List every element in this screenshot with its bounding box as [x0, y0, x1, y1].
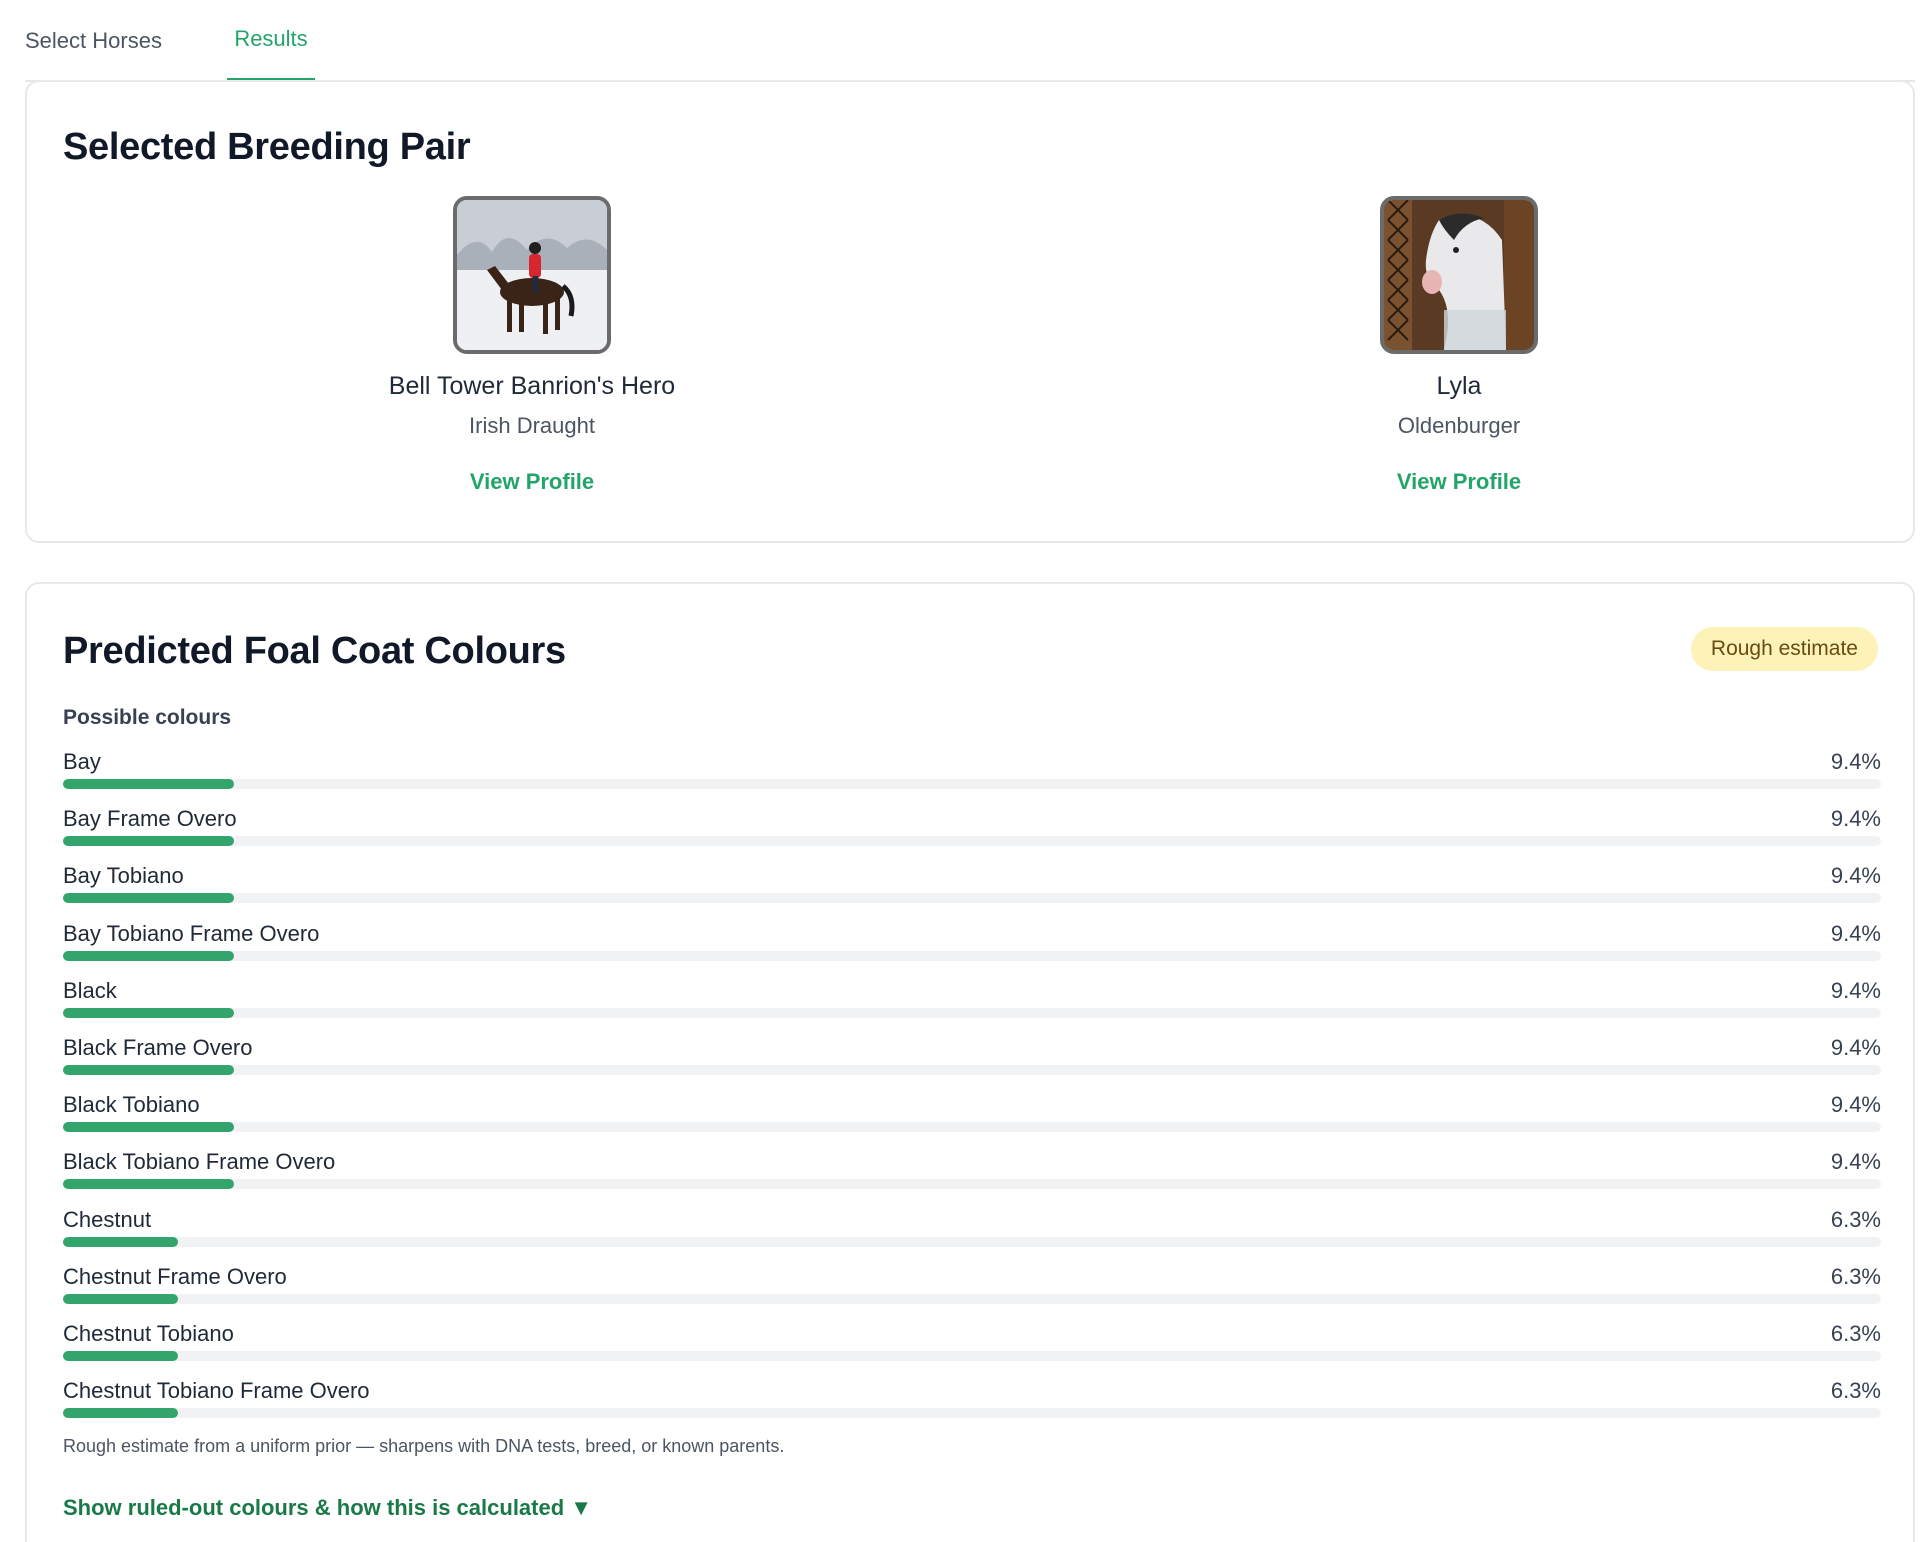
colour-row: Bay Tobiano 9.4%: [63, 863, 1881, 920]
probability-bar-fill: [63, 1350, 178, 1361]
colour-label: Chestnut Tobiano: [63, 1320, 234, 1346]
colour-percentage: 6.3%: [1830, 1320, 1881, 1346]
dam-breed: Oldenburger: [1397, 413, 1521, 438]
foal-colours-card: Predicted Foal Coat Colours Rough estima…: [25, 582, 1915, 1542]
colour-label: Bay: [63, 749, 101, 774]
horse-head-photo: [1380, 196, 1538, 354]
colour-percentage: 6.3%: [1830, 1206, 1881, 1232]
dam-card: Lyla Oldenburger View Profile: [1249, 196, 1669, 495]
colour-percentage: 9.4%: [1830, 1149, 1881, 1175]
colour-label: Black Tobiano: [63, 1092, 200, 1118]
sire-view-profile-link[interactable]: View Profile: [470, 469, 594, 495]
probability-bar-fill: [63, 1293, 178, 1304]
dam-name: Lyla: [1436, 372, 1482, 400]
colour-percentage: 9.4%: [1830, 863, 1881, 889]
colour-label: Chestnut Tobiano Frame Overo: [63, 1378, 370, 1404]
probability-bar-fill: [63, 1179, 234, 1190]
colour-label: Chestnut: [63, 1206, 152, 1232]
colour-percentage: 9.4%: [1830, 806, 1881, 832]
colour-percentage: 6.3%: [1830, 1378, 1881, 1404]
colour-label: Bay Frame Overo: [63, 806, 237, 832]
probability-bar-track: [63, 779, 1881, 789]
colour-percentage: 9.4%: [1830, 749, 1881, 774]
probability-bar-fill: [63, 1007, 234, 1018]
probability-bar-track: [63, 1179, 1881, 1190]
colour-row: Black Frame Overo 9.4%: [63, 1035, 1881, 1092]
probability-bar-track: [63, 1122, 1881, 1133]
probability-bar-track: [63, 1408, 1881, 1419]
tab-select-horses[interactable]: Select Horses: [25, 0, 185, 82]
foal-colours-title: Predicted Foal Coat Colours: [63, 630, 566, 672]
possible-colours-heading: Possible colours: [63, 706, 232, 729]
probability-bar-track: [63, 950, 1881, 961]
breeding-pair-card: Selected Breeding Pair Bell Tower Banrio…: [25, 80, 1915, 543]
breeding-pair-title: Selected Breeding Pair: [63, 126, 471, 168]
colour-row: Black Tobiano 9.4%: [63, 1092, 1881, 1149]
colour-percentage: 9.4%: [1830, 1092, 1881, 1118]
colour-row: Bay Tobiano Frame Overo 9.4%: [63, 921, 1881, 978]
colour-row: Black Tobiano Frame Overo 9.4%: [63, 1149, 1881, 1206]
sire-breed: Irish Draught: [469, 413, 595, 438]
colour-label: Chestnut Frame Overo: [63, 1263, 287, 1289]
probability-bar-fill: [63, 893, 234, 904]
colour-percentage: 9.4%: [1830, 1034, 1881, 1060]
rough-estimate-badge: Rough estimate: [1690, 627, 1878, 671]
colour-row: Chestnut Tobiano Frame Overo 6.3%: [63, 1378, 1881, 1435]
probability-bar-fill: [63, 1122, 234, 1133]
colour-percentage: 9.4%: [1830, 977, 1881, 1003]
probability-bar-track: [63, 1007, 1881, 1018]
colour-label: Black Tobiano Frame Overo: [63, 1149, 336, 1175]
colour-row: Chestnut 6.3%: [63, 1207, 1881, 1264]
sire-name: Bell Tower Banrion's Hero: [388, 372, 676, 400]
probability-bar-track: [63, 1293, 1881, 1304]
tab-bar: Select Horses Results: [25, 0, 1915, 82]
probability-bar-track: [63, 893, 1881, 904]
tab-results[interactable]: Results: [227, 0, 315, 82]
dam-view-profile-link[interactable]: View Profile: [1397, 469, 1521, 495]
probability-bar-fill: [63, 950, 234, 961]
colour-row: Chestnut Tobiano 6.3%: [63, 1321, 1881, 1378]
colour-label: Bay Tobiano: [63, 863, 184, 889]
rider-in-snow-photo: [453, 196, 611, 354]
colour-label: Black: [63, 977, 117, 1003]
colour-label: Bay Tobiano Frame Overo: [63, 920, 320, 946]
colour-row: Bay Frame Overo 9.4%: [63, 806, 1881, 863]
probability-bar-fill: [63, 1064, 234, 1075]
colour-row: Chestnut Frame Overo 6.3%: [63, 1264, 1881, 1321]
show-ruled-out-toggle[interactable]: Show ruled-out colours & how this is cal…: [63, 1495, 592, 1521]
colour-row: Bay 9.4%: [63, 749, 1881, 806]
probability-bar-fill: [63, 779, 234, 789]
sire-card: Bell Tower Banrion's Hero Irish Draught …: [322, 196, 742, 495]
probability-bar-track: [63, 1350, 1881, 1361]
estimate-note: Rough estimate from a uniform prior — sh…: [63, 1436, 785, 1456]
probability-bar-track: [63, 1236, 1881, 1247]
colour-list: Bay 9.4% Bay Frame Overo 9.4% Bay Tobiano 9.4…: [63, 749, 1881, 1435]
colour-percentage: 6.3%: [1830, 1263, 1881, 1289]
colour-percentage: 9.4%: [1830, 920, 1881, 946]
probability-bar-fill: [63, 1408, 178, 1419]
probability-bar-track: [63, 836, 1881, 847]
probability-bar-fill: [63, 836, 234, 847]
probability-bar-track: [63, 1064, 1881, 1075]
colour-label: Black Frame Overo: [63, 1034, 253, 1060]
probability-bar-fill: [63, 1236, 178, 1247]
colour-row: Black 9.4%: [63, 978, 1881, 1035]
